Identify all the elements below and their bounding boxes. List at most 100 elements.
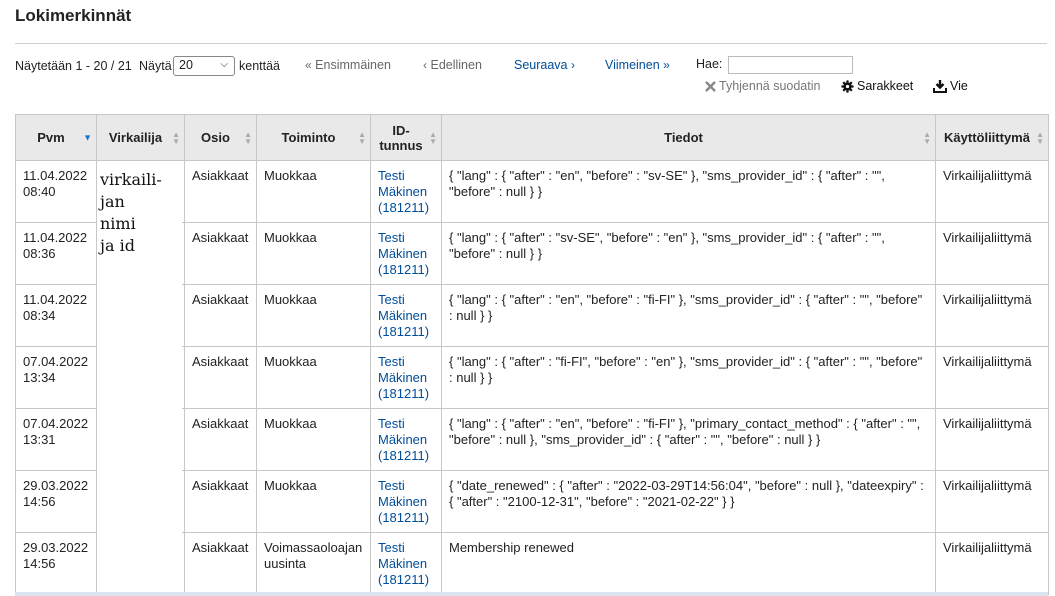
sort-icon: ▲ ▼	[923, 129, 931, 146]
page-size-label: Näytä	[139, 59, 172, 73]
page-title: Lokimerkinnät	[15, 6, 132, 25]
page-size-value: 20	[179, 58, 193, 72]
cell-object: Testi Mäkinen (181211)	[370, 160, 442, 223]
export-label: Vie	[950, 79, 968, 93]
double-right-arrow-icon: »	[663, 58, 670, 72]
patron-link[interactable]: Testi Mäkinen (181211)	[378, 230, 429, 277]
pager-first[interactable]: « Ensimmäinen	[305, 58, 391, 72]
cell-date: 11.04.2022 08:34	[15, 284, 97, 347]
right-arrow-icon: ›	[571, 58, 575, 72]
download-icon	[933, 79, 947, 93]
cell-info: { "lang" : { "after" : "en", "before" : …	[441, 408, 936, 471]
pager-prev[interactable]: ‹ Edellinen	[423, 58, 482, 72]
pager-prev-label: Edellinen	[430, 58, 482, 72]
redaction-line: nimi	[100, 214, 136, 233]
patron-link[interactable]: Testi Mäkinen (181211)	[378, 478, 429, 525]
table-header-row: Pvm ▼ Virkailija ▲ ▼ Osio ▲ ▼ Toiminto ▲ ▼ …	[15, 114, 1049, 161]
left-arrow-icon: ‹	[423, 58, 427, 72]
cell-module: Asiakkaat	[184, 160, 257, 223]
col-header-pvm[interactable]: Pvm ▼	[15, 114, 97, 161]
redaction-line: ja id	[100, 236, 135, 255]
gear-icon	[841, 79, 854, 93]
columns-label: Sarakkeet	[857, 79, 914, 93]
col-header-kayttoliittyma[interactable]: Käyttöliittymä ▲ ▼	[935, 114, 1049, 161]
cell-info: { "lang" : { "after" : "fi-FI", "before"…	[441, 346, 936, 409]
pager-next-label: Seuraava	[514, 58, 568, 72]
page-size-suffix: kenttää	[239, 59, 281, 73]
search-input[interactable]	[728, 56, 853, 74]
sort-desc-icon: ▼	[83, 132, 92, 142]
cell-action: Muokkaa	[256, 470, 371, 533]
cell-interface: Virkailijaliittymä	[935, 284, 1049, 347]
col-header-osio[interactable]: Osio ▲ ▼	[184, 114, 257, 161]
search-label: Hae:	[696, 57, 723, 71]
pager-next[interactable]: Seuraava ›	[514, 58, 575, 72]
cell-object: Testi Mäkinen (181211)	[370, 470, 442, 533]
cell-info: { "lang" : { "after" : "sv-SE", "before"…	[441, 222, 936, 285]
cell-interface: Virkailijaliittymä	[935, 408, 1049, 471]
cell-interface: Virkailijaliittymä	[935, 160, 1049, 223]
col-header-tiedot[interactable]: Tiedot ▲ ▼	[441, 114, 936, 161]
cell-interface: Virkailijaliittymä	[935, 532, 1049, 595]
cell-action: Muokkaa	[256, 284, 371, 347]
cell-module: Asiakkaat	[184, 222, 257, 285]
cell-module: Asiakkaat	[184, 408, 257, 471]
cell-module: Asiakkaat	[184, 284, 257, 347]
cell-module: Asiakkaat	[184, 470, 257, 533]
cell-object: Testi Mäkinen (181211)	[370, 408, 442, 471]
cell-object: Testi Mäkinen (181211)	[370, 532, 442, 595]
cell-module: Asiakkaat	[184, 346, 257, 409]
cell-info: { "lang" : { "after" : "en", "before" : …	[441, 284, 936, 347]
cell-info: Membership renewed	[441, 532, 936, 595]
export-button[interactable]: Vie	[933, 79, 968, 93]
next-row-partial	[15, 592, 1048, 596]
patron-link[interactable]: Testi Mäkinen (181211)	[378, 354, 429, 401]
col-header-virkailija[interactable]: Virkailija ▲ ▼	[96, 114, 185, 161]
sort-icon: ▲ ▼	[244, 129, 252, 146]
cell-info: { "lang" : { "after" : "en", "before" : …	[441, 160, 936, 223]
cell-interface: Virkailijaliittymä	[935, 222, 1049, 285]
sort-icon: ▲ ▼	[429, 129, 437, 146]
cell-date: 07.04.2022 13:31	[15, 408, 97, 471]
x-icon	[705, 80, 716, 92]
cell-interface: Virkailijaliittymä	[935, 346, 1049, 409]
cell-date: 29.03.2022 14:56	[15, 470, 97, 533]
double-left-arrow-icon: «	[305, 58, 312, 72]
cell-object: Testi Mäkinen (181211)	[370, 284, 442, 347]
cell-object: Testi Mäkinen (181211)	[370, 346, 442, 409]
chevron-down-icon: ⌵	[220, 59, 228, 70]
cell-info: { "date_renewed" : { "after" : "2022-03-…	[441, 470, 936, 533]
cell-action: Muokkaa	[256, 346, 371, 409]
cell-date: 11.04.2022 08:40	[15, 160, 97, 223]
columns-button[interactable]: Sarakkeet	[841, 79, 913, 93]
log-viewer-page: Lokimerkinnät Näytetään 1 - 20 / 21 Näyt…	[0, 0, 1055, 596]
title-divider	[15, 43, 1047, 44]
redaction-line: virkaili-	[100, 170, 162, 189]
col-header-id-line1: ID-	[392, 122, 410, 138]
patron-link[interactable]: Testi Mäkinen (181211)	[378, 540, 429, 587]
redaction-line: jan	[100, 192, 125, 211]
col-header-id-line2: tunnus	[379, 137, 423, 153]
clear-filter-button[interactable]: Tyhjennä suodatin	[705, 79, 820, 93]
sort-icon: ▲ ▼	[358, 129, 366, 146]
patron-link[interactable]: Testi Mäkinen (181211)	[378, 168, 429, 215]
cell-date: 07.04.2022 13:34	[15, 346, 97, 409]
pager-info: Näytetään 1 - 20 / 21	[15, 59, 132, 73]
patron-link[interactable]: Testi Mäkinen (181211)	[378, 416, 429, 463]
pager-last-label: Viimeinen	[605, 58, 660, 72]
cell-module: Asiakkaat	[184, 532, 257, 595]
col-header-toiminto[interactable]: Toiminto ▲ ▼	[256, 114, 371, 161]
clear-filter-label: Tyhjennä suodatin	[719, 79, 821, 93]
cell-interface: Virkailijaliittymä	[935, 470, 1049, 533]
page-size-select[interactable]: 20 ⌵	[173, 56, 235, 76]
cell-action: Muokkaa	[256, 408, 371, 471]
sort-icon: ▲ ▼	[172, 129, 180, 146]
col-header-id-tunnus[interactable]: ID- tunnus ▲ ▼	[370, 114, 442, 161]
patron-link[interactable]: Testi Mäkinen (181211)	[378, 292, 429, 339]
cell-object: Testi Mäkinen (181211)	[370, 222, 442, 285]
cell-date: 29.03.2022 14:56	[15, 532, 97, 595]
cell-action: Voimassaoloajan uusinta	[256, 532, 371, 595]
redaction-overlay: virkaili- jan nimi ja id	[97, 161, 182, 583]
pager-last[interactable]: Viimeinen »	[605, 58, 670, 72]
cell-date: 11.04.2022 08:36	[15, 222, 97, 285]
